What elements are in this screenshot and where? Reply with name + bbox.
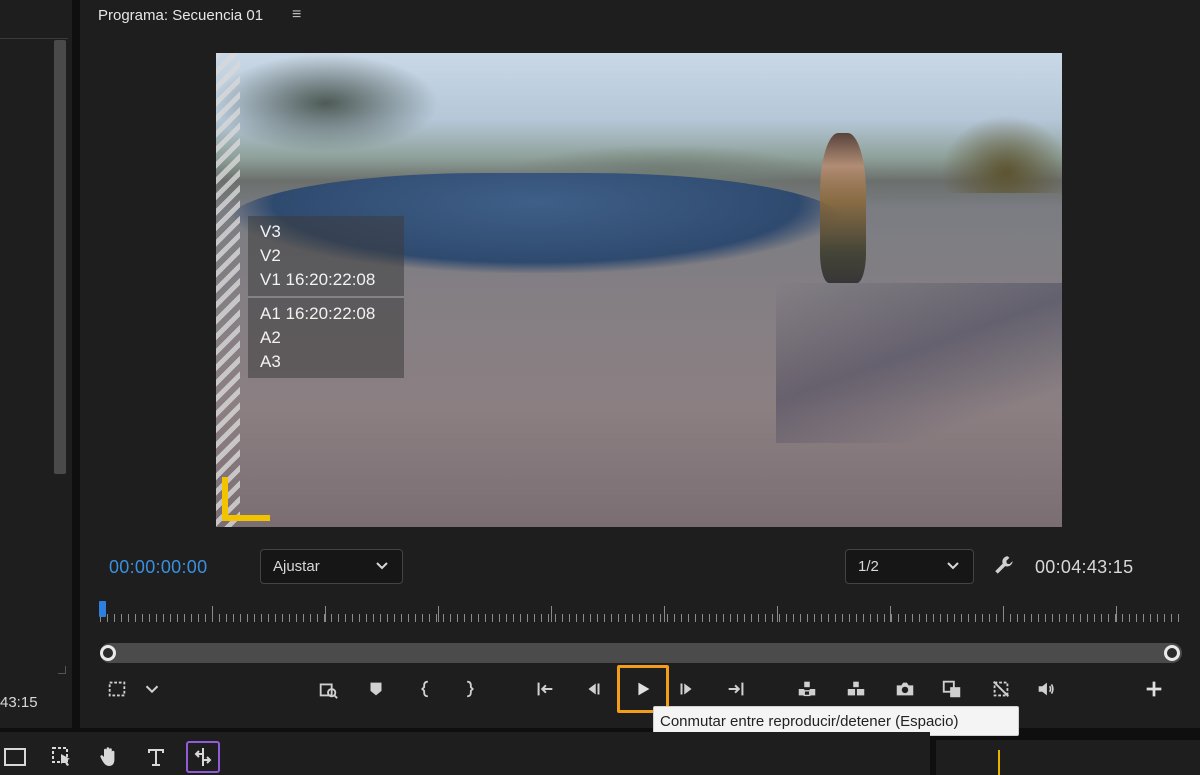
duration-timecode: 00:04:43:15 xyxy=(1035,557,1134,577)
rectangle-tool[interactable] xyxy=(0,742,30,772)
video-skater xyxy=(820,133,866,283)
add-button[interactable] xyxy=(1139,674,1169,704)
add-marker-button[interactable] xyxy=(361,674,391,704)
zoom-select-value: Ajustar xyxy=(273,558,320,575)
export-frame-button[interactable] xyxy=(890,674,920,704)
mark-out-button[interactable] xyxy=(454,674,484,704)
mark-in-button[interactable] xyxy=(411,674,441,704)
corner-guide-icon xyxy=(222,477,270,521)
step-back-icon xyxy=(588,683,600,695)
volume-button[interactable] xyxy=(1031,674,1061,704)
scrollbar-left-handle[interactable] xyxy=(100,645,116,661)
hand-tool[interactable] xyxy=(94,742,124,772)
video-shadow xyxy=(776,283,1062,443)
track-a1: A1 16:20:22:08 xyxy=(260,304,376,323)
timeline-playhead-line xyxy=(998,750,1000,775)
scrollbar-right-handle[interactable] xyxy=(1164,645,1180,661)
settings-menu-button[interactable] xyxy=(137,674,167,704)
hand-icon xyxy=(100,747,115,766)
sequence-tool[interactable] xyxy=(186,741,220,773)
type-tool-icon xyxy=(148,749,164,766)
type-tool[interactable] xyxy=(141,742,171,772)
track-a3: A3 xyxy=(260,352,281,371)
step-forward-icon xyxy=(680,683,692,695)
chevron-down-icon xyxy=(145,685,159,694)
go-to-in-button[interactable] xyxy=(530,674,560,704)
track-v2: V2 xyxy=(260,246,281,265)
premiere-window: 43:15 Programa: Secuencia 01 ≡ V3 V2 V1 … xyxy=(0,0,1200,775)
go-to-out-icon xyxy=(728,682,744,696)
program-monitor: Programa: Secuencia 01 ≡ V3 V2 V1 16:20:… xyxy=(80,0,1200,736)
safe-zone-stripes xyxy=(216,53,240,527)
chevron-down-icon xyxy=(374,557,390,576)
source-timecode: 43:15 xyxy=(0,694,38,711)
video-background xyxy=(216,53,1062,193)
tools-panel xyxy=(0,732,930,775)
resolution-select[interactable]: 1/2 xyxy=(845,549,974,584)
audio-track-list: A1 16:20:22:08 A2 A3 xyxy=(248,298,404,378)
safe-margins-icon xyxy=(108,681,126,697)
rectangle-icon xyxy=(4,748,26,766)
panel-menu-icon[interactable]: ≡ xyxy=(292,6,301,24)
program-video-frame[interactable]: V3 V2 V1 16:20:22:08 A1 16:20:22:08 A2 A… xyxy=(216,53,1062,527)
safe-margins-button[interactable] xyxy=(102,674,132,704)
play-icon xyxy=(638,682,650,696)
lift-export-icon xyxy=(319,683,338,699)
track-a2: A2 xyxy=(260,328,281,347)
step-forward-button[interactable] xyxy=(672,674,702,704)
vertical-scrollbar[interactable] xyxy=(54,40,66,474)
go-to-out-button[interactable] xyxy=(721,674,751,704)
panel-title[interactable]: Programa: Secuencia 01 xyxy=(98,7,263,24)
settings-wrench-icon[interactable] xyxy=(992,553,1020,581)
step-back-button[interactable] xyxy=(578,674,608,704)
proxy-toggle-button[interactable] xyxy=(986,674,1016,704)
resize-corner[interactable] xyxy=(58,666,66,674)
comparison-view-button[interactable] xyxy=(937,674,967,704)
zoom-scrollbar[interactable] xyxy=(100,643,1182,663)
lift-button[interactable] xyxy=(792,674,822,704)
proxy-toggle-icon xyxy=(993,681,1009,697)
time-ruler[interactable] xyxy=(100,602,1180,624)
volume-icon xyxy=(1038,682,1054,696)
go-to-in-icon xyxy=(537,682,553,696)
export-frame-icon xyxy=(896,682,914,696)
mark-out-icon xyxy=(467,680,474,698)
mark-in-icon xyxy=(421,680,428,698)
resolution-select-value: 1/2 xyxy=(858,558,879,575)
lift-export-button[interactable] xyxy=(313,674,343,704)
lift-icon xyxy=(798,681,816,697)
track-info-overlay: V3 V2 V1 16:20:22:08 A1 16:20:22:08 A2 A… xyxy=(248,216,404,378)
project-panel: 43:15 xyxy=(0,0,72,728)
divider xyxy=(0,38,68,39)
timeline-panel-edge xyxy=(936,740,1200,775)
zoom-select[interactable]: Ajustar xyxy=(260,549,403,584)
comparison-view-icon xyxy=(942,680,961,698)
playhead-timecode[interactable]: 00:00:00:00 xyxy=(109,557,207,578)
video-track-list: V3 V2 V1 16:20:22:08 xyxy=(248,216,404,296)
chevron-down-icon xyxy=(945,557,961,576)
selection-tool[interactable] xyxy=(47,742,77,772)
extract-icon xyxy=(847,681,865,696)
extract-button[interactable] xyxy=(841,674,871,704)
playhead-marker[interactable] xyxy=(99,601,106,617)
add-marker-icon xyxy=(370,682,382,696)
sequence-tool-icon xyxy=(194,748,212,766)
selection-tool-icon xyxy=(52,747,70,766)
track-v3: V3 xyxy=(260,222,281,241)
add-button-icon xyxy=(1146,681,1162,697)
track-v1: V1 16:20:22:08 xyxy=(260,270,376,289)
